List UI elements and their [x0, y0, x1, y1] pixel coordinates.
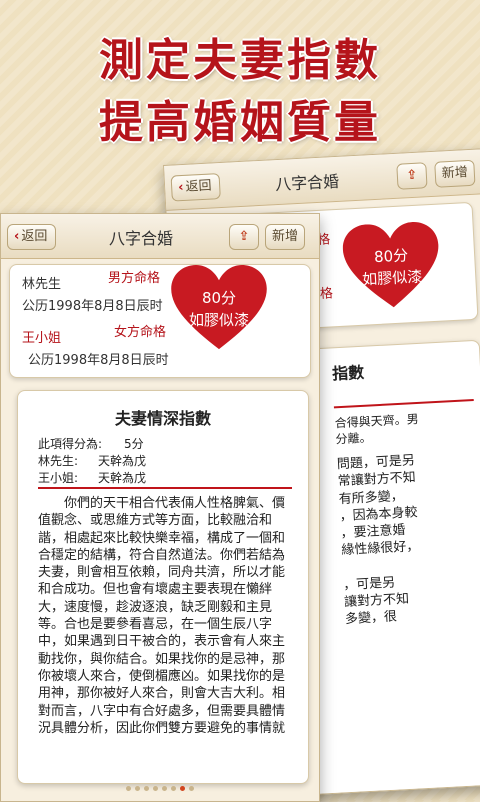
- divider: [333, 399, 474, 409]
- wife-name: 王小姐: [22, 331, 62, 346]
- page-dot[interactable]: [126, 786, 131, 791]
- score-value: 80分: [201, 289, 237, 307]
- page-indicator: [1, 786, 319, 791]
- chevron-left-icon: ‹: [14, 229, 20, 244]
- top-bar: ‹ 返回 八字合婚 ⇪ 新增: [1, 214, 319, 259]
- back-button[interactable]: ‹返回: [170, 173, 222, 202]
- report-card: 夫妻情深指數 此項得分為: 5分 林先生: 天幹為戊 王小姐: 天幹為戊 你們的…: [17, 390, 309, 784]
- wife-value: 天幹為戊: [98, 471, 147, 485]
- share-icon: ⇪: [406, 167, 418, 184]
- headline-line-2: 提高婚姻質量: [99, 97, 381, 148]
- chevron-left-icon: ‹: [177, 179, 184, 196]
- page-dot[interactable]: [162, 786, 167, 791]
- husband-label: 林先生:: [38, 454, 79, 468]
- back-button-label: 返回: [21, 229, 48, 244]
- back-button-label: 返回: [185, 178, 212, 195]
- page-dot[interactable]: [189, 786, 194, 791]
- score-label: 此項得分為:: [38, 437, 103, 451]
- husband-name: 林先生: [22, 277, 62, 292]
- role-fragment: 格: [319, 286, 334, 302]
- divider: [38, 487, 292, 489]
- app-title: 八字合婚: [274, 171, 340, 195]
- back-top-bar: ‹返回 八字合婚 ⇪ 新增: [164, 149, 480, 211]
- page-dot[interactable]: [153, 786, 158, 791]
- stat-fragment: 分離。: [335, 430, 372, 447]
- report-paragraph: 你們的天干相合代表倆人性格脾氣、價值觀念、或思維方式等方面，比較融洽和諧，相處起…: [38, 496, 286, 736]
- wife-birth: 公历1998年8月8日辰时: [28, 353, 169, 368]
- husband-value: 天幹為戊: [98, 454, 147, 468]
- new-button[interactable]: 新增: [434, 159, 476, 188]
- score-value-text: 5分: [124, 437, 144, 451]
- heart-icon: [171, 265, 267, 350]
- share-button[interactable]: ⇪: [396, 162, 428, 190]
- page-dot-active[interactable]: [180, 786, 185, 791]
- share-icon: ⇪: [238, 229, 250, 244]
- score-verdict: 如膠似漆: [188, 311, 249, 329]
- husband-role: 男方命格: [108, 271, 161, 286]
- app-title: 八字合婚: [109, 229, 174, 248]
- couple-info-card: 林先生 男方命格 公历1998年8月8日辰时 王小姐 女方命格 公历1998年8…: [9, 264, 311, 378]
- page-dot[interactable]: [171, 786, 176, 791]
- page-dot[interactable]: [135, 786, 140, 791]
- card-title-fragment: 指數: [331, 362, 365, 384]
- report-title: 夫妻情深指數: [114, 409, 211, 428]
- headline-line-1: 測定夫妻指數: [99, 35, 381, 86]
- stat-fragment: 合得與天齊。男: [334, 411, 420, 431]
- wife-role: 女方命格: [114, 325, 167, 340]
- back-button[interactable]: ‹返回: [7, 224, 57, 250]
- back-paragraph: 問題，可是另 常讓對方不知 有所多變， ，因為本身較 ，要注意婚 緣性緣很好， …: [336, 449, 480, 629]
- share-button[interactable]: ⇪: [229, 224, 259, 250]
- new-button[interactable]: 新增: [265, 224, 305, 250]
- front-phone-screen: ‹ 返回 八字合婚 ⇪ 新增 林先生 男方命格 公历1998年8月8日辰时 王小姐…: [0, 213, 320, 802]
- husband-birth: 公历1998年8月8日辰时: [22, 299, 163, 314]
- wife-label: 王小姐:: [38, 471, 79, 485]
- page-dot[interactable]: [144, 786, 149, 791]
